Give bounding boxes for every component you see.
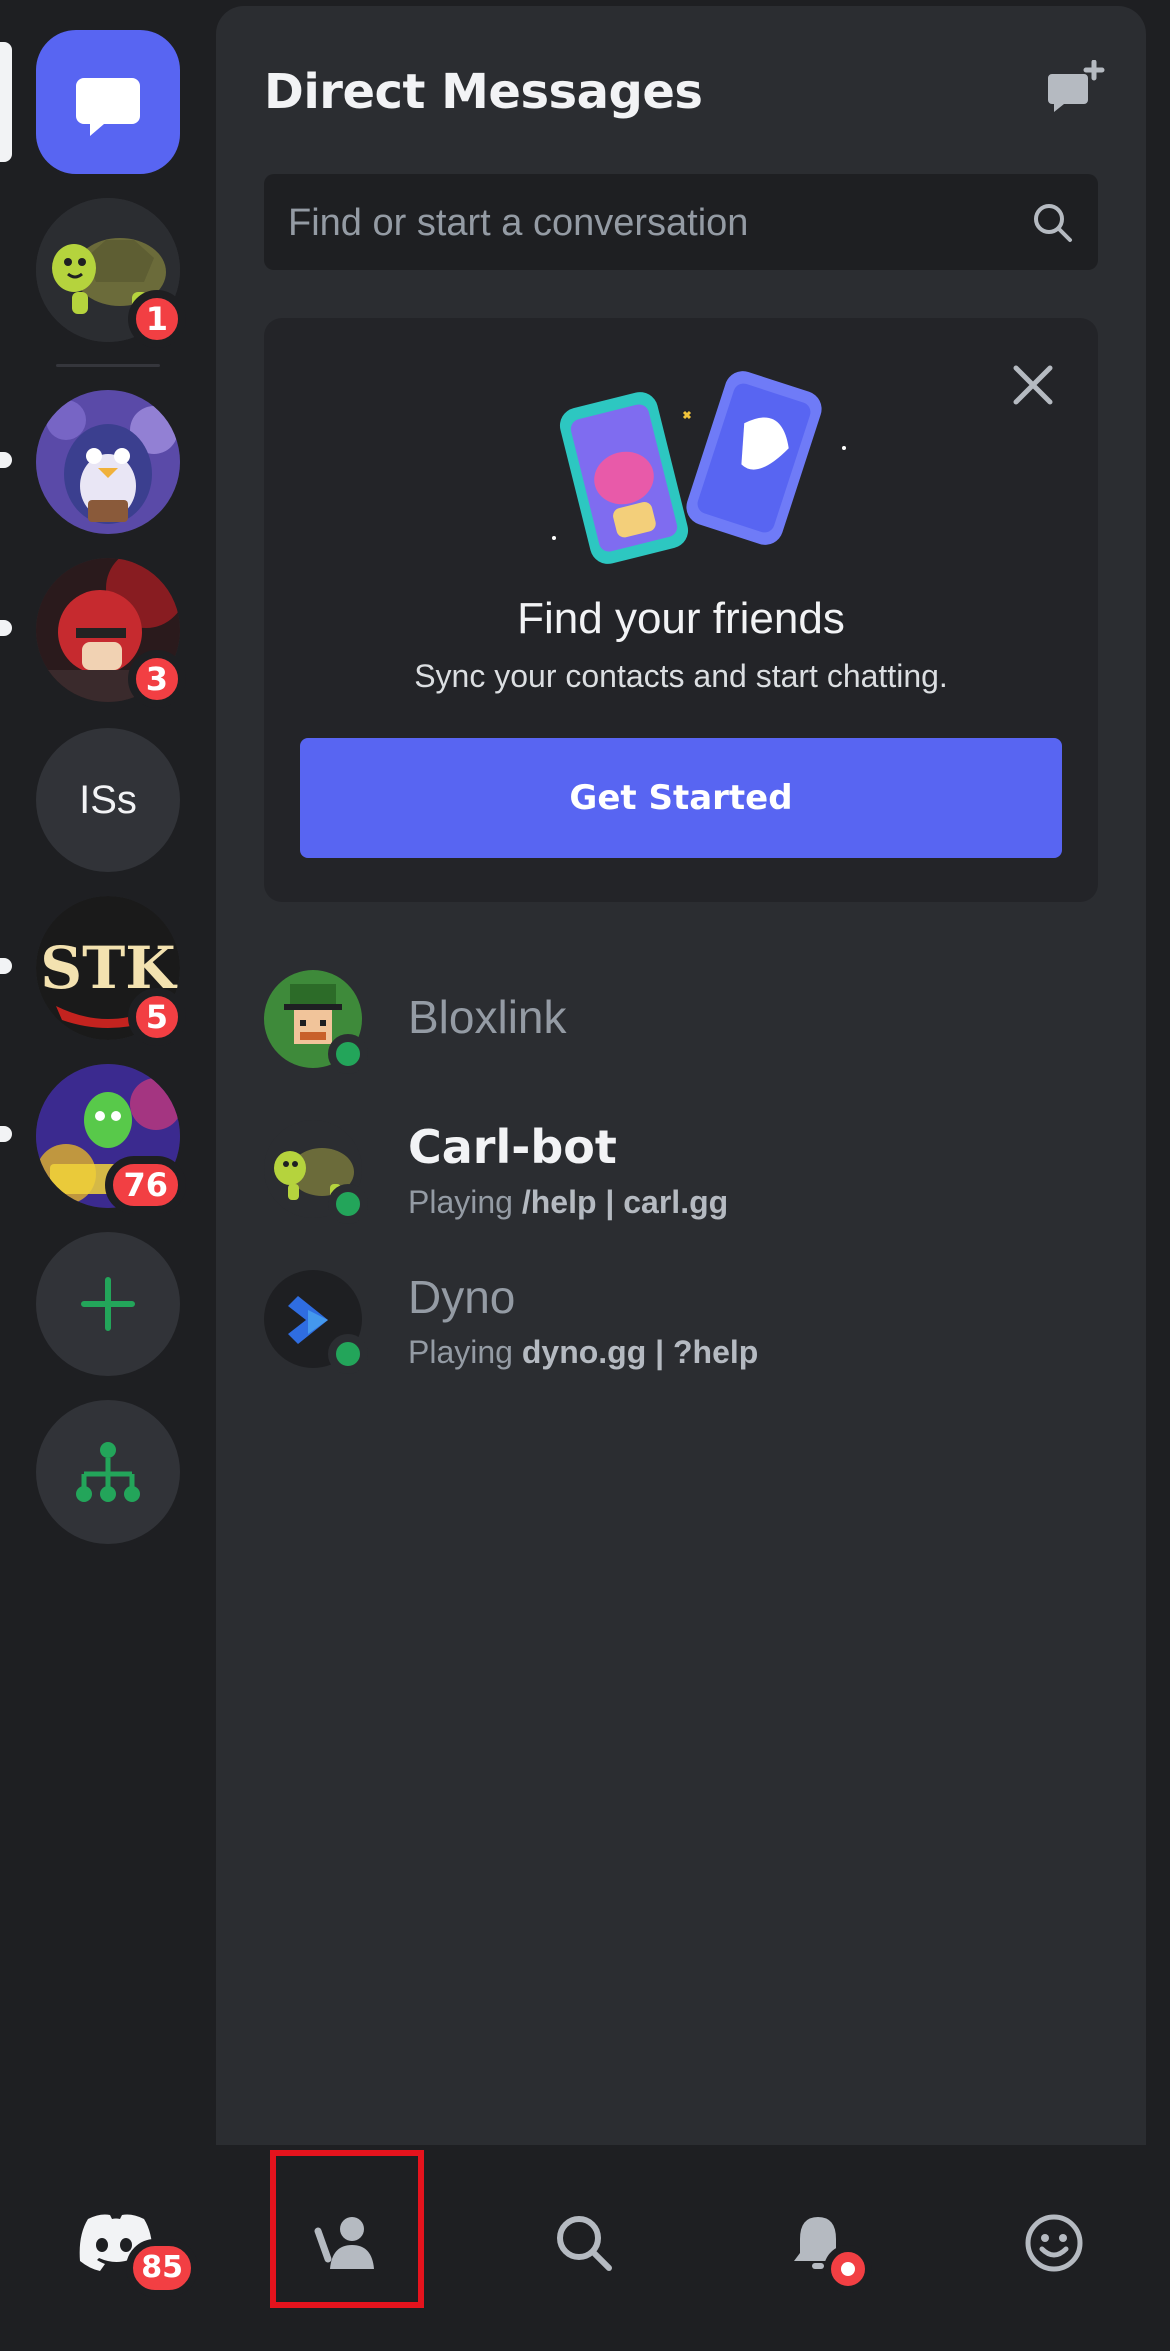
avatar [264, 1270, 368, 1374]
discord-app: 1 3 ISs STK 5 76 Direct Messages Find or… [0, 0, 1170, 2351]
search-placeholder: Find or start a conversation [288, 202, 749, 244]
card-subtitle: Sync your contacts and start chatting. [414, 658, 948, 694]
unread-indicator [0, 620, 12, 636]
server-unread-badge: 3 [127, 650, 186, 708]
server-initials: ISs [79, 777, 137, 822]
unread-indicator [0, 958, 12, 974]
online-status-indicator [328, 1334, 368, 1374]
explore-servers-button[interactable] [36, 1400, 180, 1544]
server-unread-badge: 1 [127, 290, 186, 348]
online-status-indicator [328, 1034, 368, 1074]
server-rail: 1 3 ISs STK 5 76 [0, 0, 216, 2145]
close-icon[interactable] [1008, 360, 1058, 410]
search-icon [557, 2216, 612, 2271]
dm-name: Dyno [408, 1271, 516, 1323]
avatar [264, 1120, 368, 1224]
dm-name: Carl-bot [408, 1120, 617, 1174]
server-penguin[interactable] [36, 390, 180, 534]
server-stk[interactable]: STK 5 [36, 896, 186, 1046]
rail-separator [56, 364, 160, 367]
get-started-button[interactable]: Get Started [300, 738, 1062, 858]
server-unread-badge: 76 [105, 1156, 186, 1214]
page-title: Direct Messages [264, 64, 703, 120]
tab-home[interactable]: 85 [54, 2183, 198, 2303]
online-status-indicator [328, 1184, 368, 1224]
activity-prefix: Playing [408, 1334, 522, 1370]
smiley-profile-icon [1025, 2214, 1083, 2272]
server-iss[interactable]: ISs [36, 728, 180, 872]
dm-activity: Playing dyno.gg | ?help [408, 1334, 758, 1371]
bottom-nav: 85 [0, 2145, 1170, 2351]
avatar [264, 970, 368, 1074]
home-unread-badge: 85 [126, 2239, 198, 2297]
active-server-indicator [0, 42, 12, 162]
activity-prefix: Playing [408, 1184, 522, 1220]
dm-name: Bloxlink [408, 991, 567, 1043]
dm-list-item[interactable]: Dyno Playing dyno.gg | ?help [264, 1256, 1098, 1386]
tab-notifications[interactable] [758, 2183, 878, 2303]
dm-activity: Playing /help | carl.gg [408, 1184, 728, 1221]
plus-icon [81, 1277, 135, 1331]
hub-tree-icon [76, 1442, 140, 1502]
tab-profile[interactable] [994, 2183, 1114, 2303]
new-message-icon [1048, 59, 1105, 112]
direct-messages-button[interactable] [36, 30, 180, 174]
activity-detail: dyno.gg | ?help [521, 1334, 759, 1370]
dm-panel: Direct Messages Find or start a conversa… [216, 6, 1146, 2145]
server-turtle[interactable]: 1 [36, 198, 186, 348]
server-football[interactable]: 3 [36, 558, 186, 708]
dm-list-item[interactable]: Carl-bot Playing /help | carl.gg [264, 1106, 1098, 1236]
new-message-button[interactable] [1046, 59, 1106, 120]
server-unread-badge: 5 [127, 988, 186, 1046]
dm-list-item[interactable]: Bloxlink [264, 956, 1098, 1086]
penguin-avatar-icon [36, 390, 180, 534]
search-input[interactable]: Find or start a conversation [264, 174, 1098, 270]
find-friends-card: Find your friends Sync your contacts and… [264, 318, 1098, 902]
server-defenders[interactable]: 76 [36, 1064, 186, 1214]
unread-indicator [0, 1126, 12, 1142]
card-title: Find your friends [517, 594, 845, 643]
phones-illustration-icon [552, 371, 846, 564]
chat-bubble-icon [76, 78, 140, 136]
tab-friends[interactable] [286, 2183, 406, 2303]
search-icon [1034, 204, 1072, 242]
activity-detail: /help | carl.gg [521, 1184, 729, 1220]
notification-dot [824, 2245, 872, 2293]
tab-search[interactable] [524, 2183, 644, 2303]
friends-icon [314, 2217, 374, 2269]
unread-indicator [0, 452, 12, 468]
add-server-button[interactable] [36, 1232, 180, 1376]
